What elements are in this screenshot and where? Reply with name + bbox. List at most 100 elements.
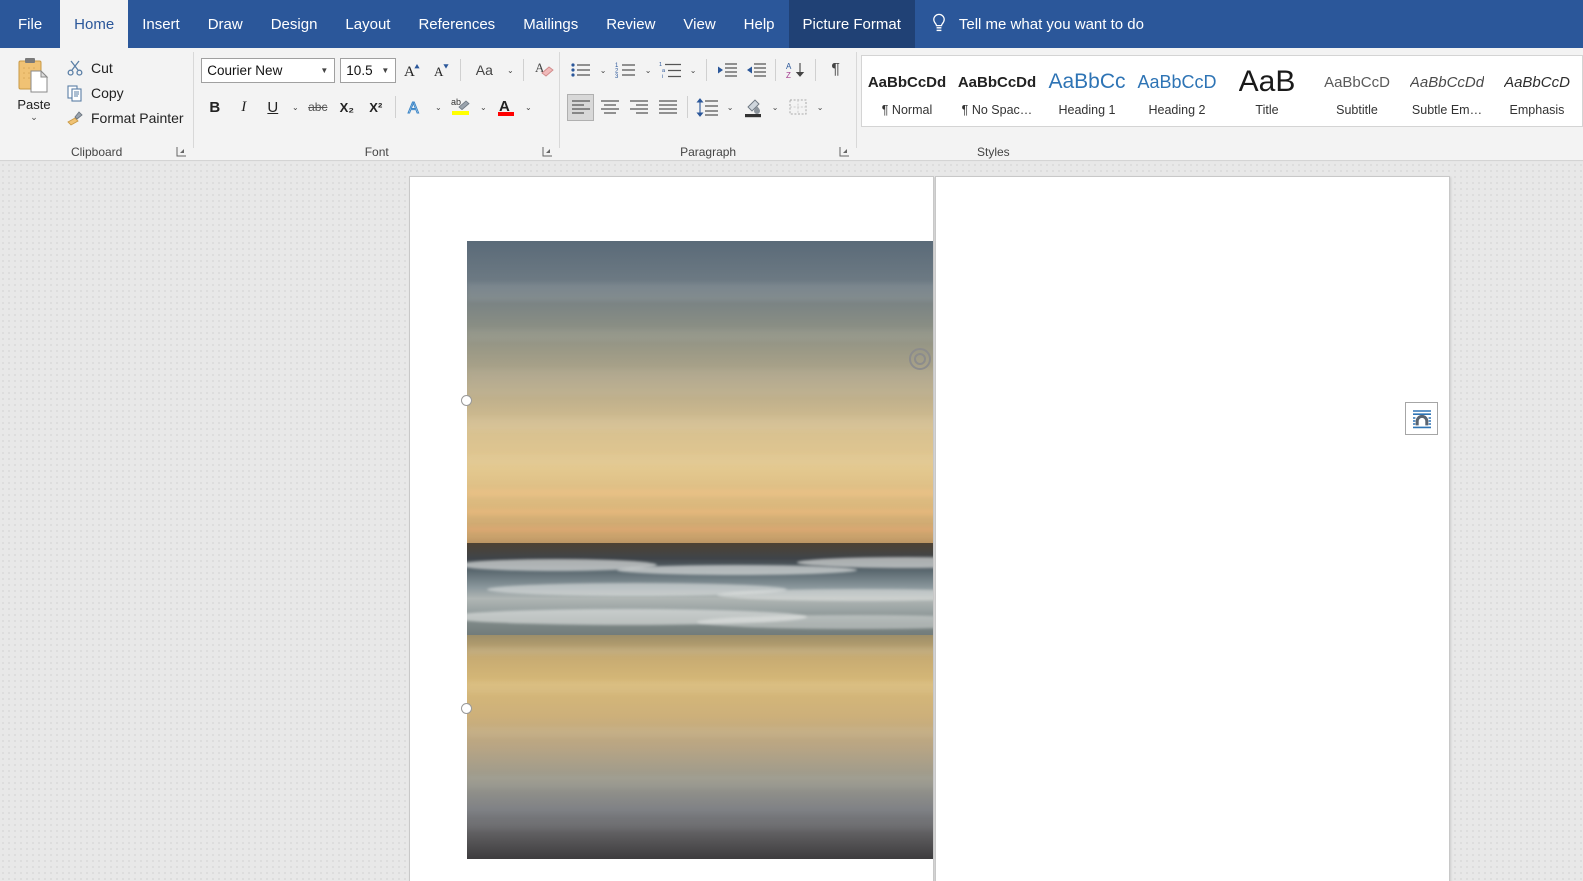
- bullets-button[interactable]: [567, 57, 594, 84]
- align-right-button[interactable]: [625, 94, 652, 121]
- tab-draw[interactable]: Draw: [194, 0, 257, 48]
- layout-options-button[interactable]: [1405, 402, 1438, 435]
- font-dialog-launcher[interactable]: [542, 146, 553, 157]
- chevron-down-icon[interactable]: ⌄: [813, 94, 827, 121]
- font-color-button[interactable]: A: [492, 94, 519, 121]
- style-subtitle[interactable]: AaBbCcD Subtitle: [1312, 56, 1402, 126]
- chevron-down-icon[interactable]: ⌄: [431, 94, 445, 121]
- tab-label: Help: [743, 15, 775, 33]
- strikethrough-button[interactable]: abc: [304, 94, 331, 121]
- style-preview: AaBbCcDd: [867, 73, 947, 91]
- paragraph-dialog-launcher[interactable]: [839, 146, 850, 157]
- multilevel-list-button[interactable]: 1ai: [657, 57, 684, 84]
- grow-font-icon: A: [404, 64, 420, 80]
- chevron-down-icon[interactable]: ⌄: [596, 57, 610, 84]
- style-preview: AaBbCcD: [1324, 73, 1390, 91]
- text-effects-button[interactable]: A: [402, 94, 429, 121]
- line-spacing-button[interactable]: [694, 94, 721, 121]
- chevron-down-icon[interactable]: ⌄: [288, 94, 302, 121]
- sunset-beach-photo[interactable]: [467, 241, 933, 859]
- tab-insert[interactable]: Insert: [128, 0, 194, 48]
- bold-button[interactable]: B: [201, 94, 228, 121]
- document-canvas[interactable]: [0, 162, 1583, 881]
- rotate-handle-icon[interactable]: [908, 347, 932, 371]
- shrink-font-button[interactable]: A: [427, 57, 454, 84]
- document-page-1[interactable]: [409, 176, 934, 881]
- align-right-icon: [629, 100, 648, 114]
- shading-button[interactable]: [739, 94, 766, 121]
- style-subtle-emphasis[interactable]: AaBbCcDd Subtle Em…: [1402, 56, 1492, 126]
- increase-indent-button[interactable]: [742, 57, 769, 84]
- chevron-down-icon[interactable]: ⌄: [30, 112, 38, 122]
- clear-formatting-button[interactable]: A: [530, 57, 557, 84]
- tab-home[interactable]: Home: [60, 0, 129, 48]
- tab-label: File: [18, 15, 43, 33]
- tab-label: Insert: [142, 15, 180, 33]
- chevron-down-icon[interactable]: ▼: [377, 66, 393, 75]
- chevron-down-icon[interactable]: ⌄: [503, 57, 517, 84]
- tab-review[interactable]: Review: [592, 0, 669, 48]
- styles-gallery[interactable]: AaBbCcDd ¶ Normal AaBbCcDd ¶ No Spac… Aa…: [861, 55, 1583, 127]
- font-size-input[interactable]: 10.5 ▼: [340, 57, 397, 83]
- tab-label: Picture Format: [802, 15, 901, 33]
- tab-label: References: [418, 15, 496, 33]
- tab-references[interactable]: References: [404, 0, 509, 48]
- chevron-down-icon[interactable]: ⌄: [723, 94, 737, 121]
- style-normal[interactable]: AaBbCcDd ¶ Normal: [862, 56, 952, 126]
- borders-button[interactable]: [784, 94, 811, 121]
- chevron-down-icon[interactable]: ⌄: [768, 94, 782, 121]
- ribbon-tab-bar: File Home Insert Draw Design Layout Refe…: [0, 0, 1583, 48]
- tab-mailings[interactable]: Mailings: [509, 0, 592, 48]
- superscript-button[interactable]: X²: [362, 94, 389, 121]
- numbering-button[interactable]: 123: [612, 57, 639, 84]
- tab-help[interactable]: Help: [730, 0, 789, 48]
- text-wrapping-icon: [1412, 409, 1431, 428]
- change-case-label: Aa: [475, 62, 493, 78]
- clipboard-dialog-launcher[interactable]: [176, 146, 187, 157]
- paste-button[interactable]: Paste ⌄: [6, 52, 62, 161]
- svg-text:ab: ab: [451, 97, 461, 107]
- superscript-label: X²: [369, 99, 383, 115]
- tell-me-search[interactable]: Tell me what you want to do: [915, 0, 1160, 48]
- document-page-2[interactable]: [935, 176, 1450, 881]
- highlight-button[interactable]: ab: [447, 94, 474, 121]
- ribbon-group-clipboard: Paste ⌄ Cut Copy Format Painter Clipboar…: [0, 48, 193, 161]
- format-painter-button[interactable]: Format Painter: [62, 108, 188, 128]
- divider: [395, 96, 397, 118]
- style-heading-2[interactable]: AaBbCcD Heading 2: [1132, 56, 1222, 126]
- line-spacing-icon: [696, 98, 718, 117]
- handle-top-left[interactable]: [461, 395, 472, 406]
- italic-button[interactable]: I: [230, 94, 257, 121]
- style-name: Emphasis: [1509, 103, 1565, 117]
- justify-button[interactable]: [654, 94, 681, 121]
- align-center-button[interactable]: [596, 94, 623, 121]
- subscript-button[interactable]: X₂: [333, 94, 360, 121]
- style-heading-1[interactable]: AaBbCc Heading 1: [1042, 56, 1132, 126]
- chevron-down-icon[interactable]: ⌄: [686, 57, 700, 84]
- tab-picture-format[interactable]: Picture Format: [788, 0, 915, 48]
- cut-button[interactable]: Cut: [62, 58, 188, 78]
- ribbon: Paste ⌄ Cut Copy Format Painter Clipboar…: [0, 48, 1583, 161]
- chevron-down-icon[interactable]: ⌄: [521, 94, 535, 121]
- handle-middle-left[interactable]: [461, 703, 472, 714]
- show-formatting-marks-button[interactable]: ¶: [822, 57, 849, 84]
- font-name-input[interactable]: Courier New ▼: [201, 57, 336, 83]
- style-emphasis[interactable]: AaBbCcD Emphasis: [1492, 56, 1582, 126]
- grow-font-button[interactable]: A: [398, 57, 425, 84]
- chevron-down-icon[interactable]: ⌄: [476, 94, 490, 121]
- style-title[interactable]: AaB Title: [1222, 56, 1312, 126]
- chevron-down-icon[interactable]: ⌄: [641, 57, 655, 84]
- sort-button[interactable]: A Z: [782, 57, 809, 84]
- copy-button[interactable]: Copy: [62, 83, 188, 103]
- decrease-indent-button[interactable]: [713, 57, 740, 84]
- tab-layout[interactable]: Layout: [331, 0, 404, 48]
- tab-view[interactable]: View: [669, 0, 729, 48]
- change-case-button[interactable]: Aa: [467, 57, 501, 84]
- chevron-down-icon[interactable]: ▼: [316, 66, 332, 75]
- underline-button[interactable]: U: [259, 94, 286, 121]
- tab-design[interactable]: Design: [257, 0, 332, 48]
- divider: [523, 59, 525, 81]
- style-no-spacing[interactable]: AaBbCcDd ¶ No Spac…: [952, 56, 1042, 126]
- tab-file[interactable]: File: [0, 0, 60, 48]
- align-left-button[interactable]: [567, 93, 595, 121]
